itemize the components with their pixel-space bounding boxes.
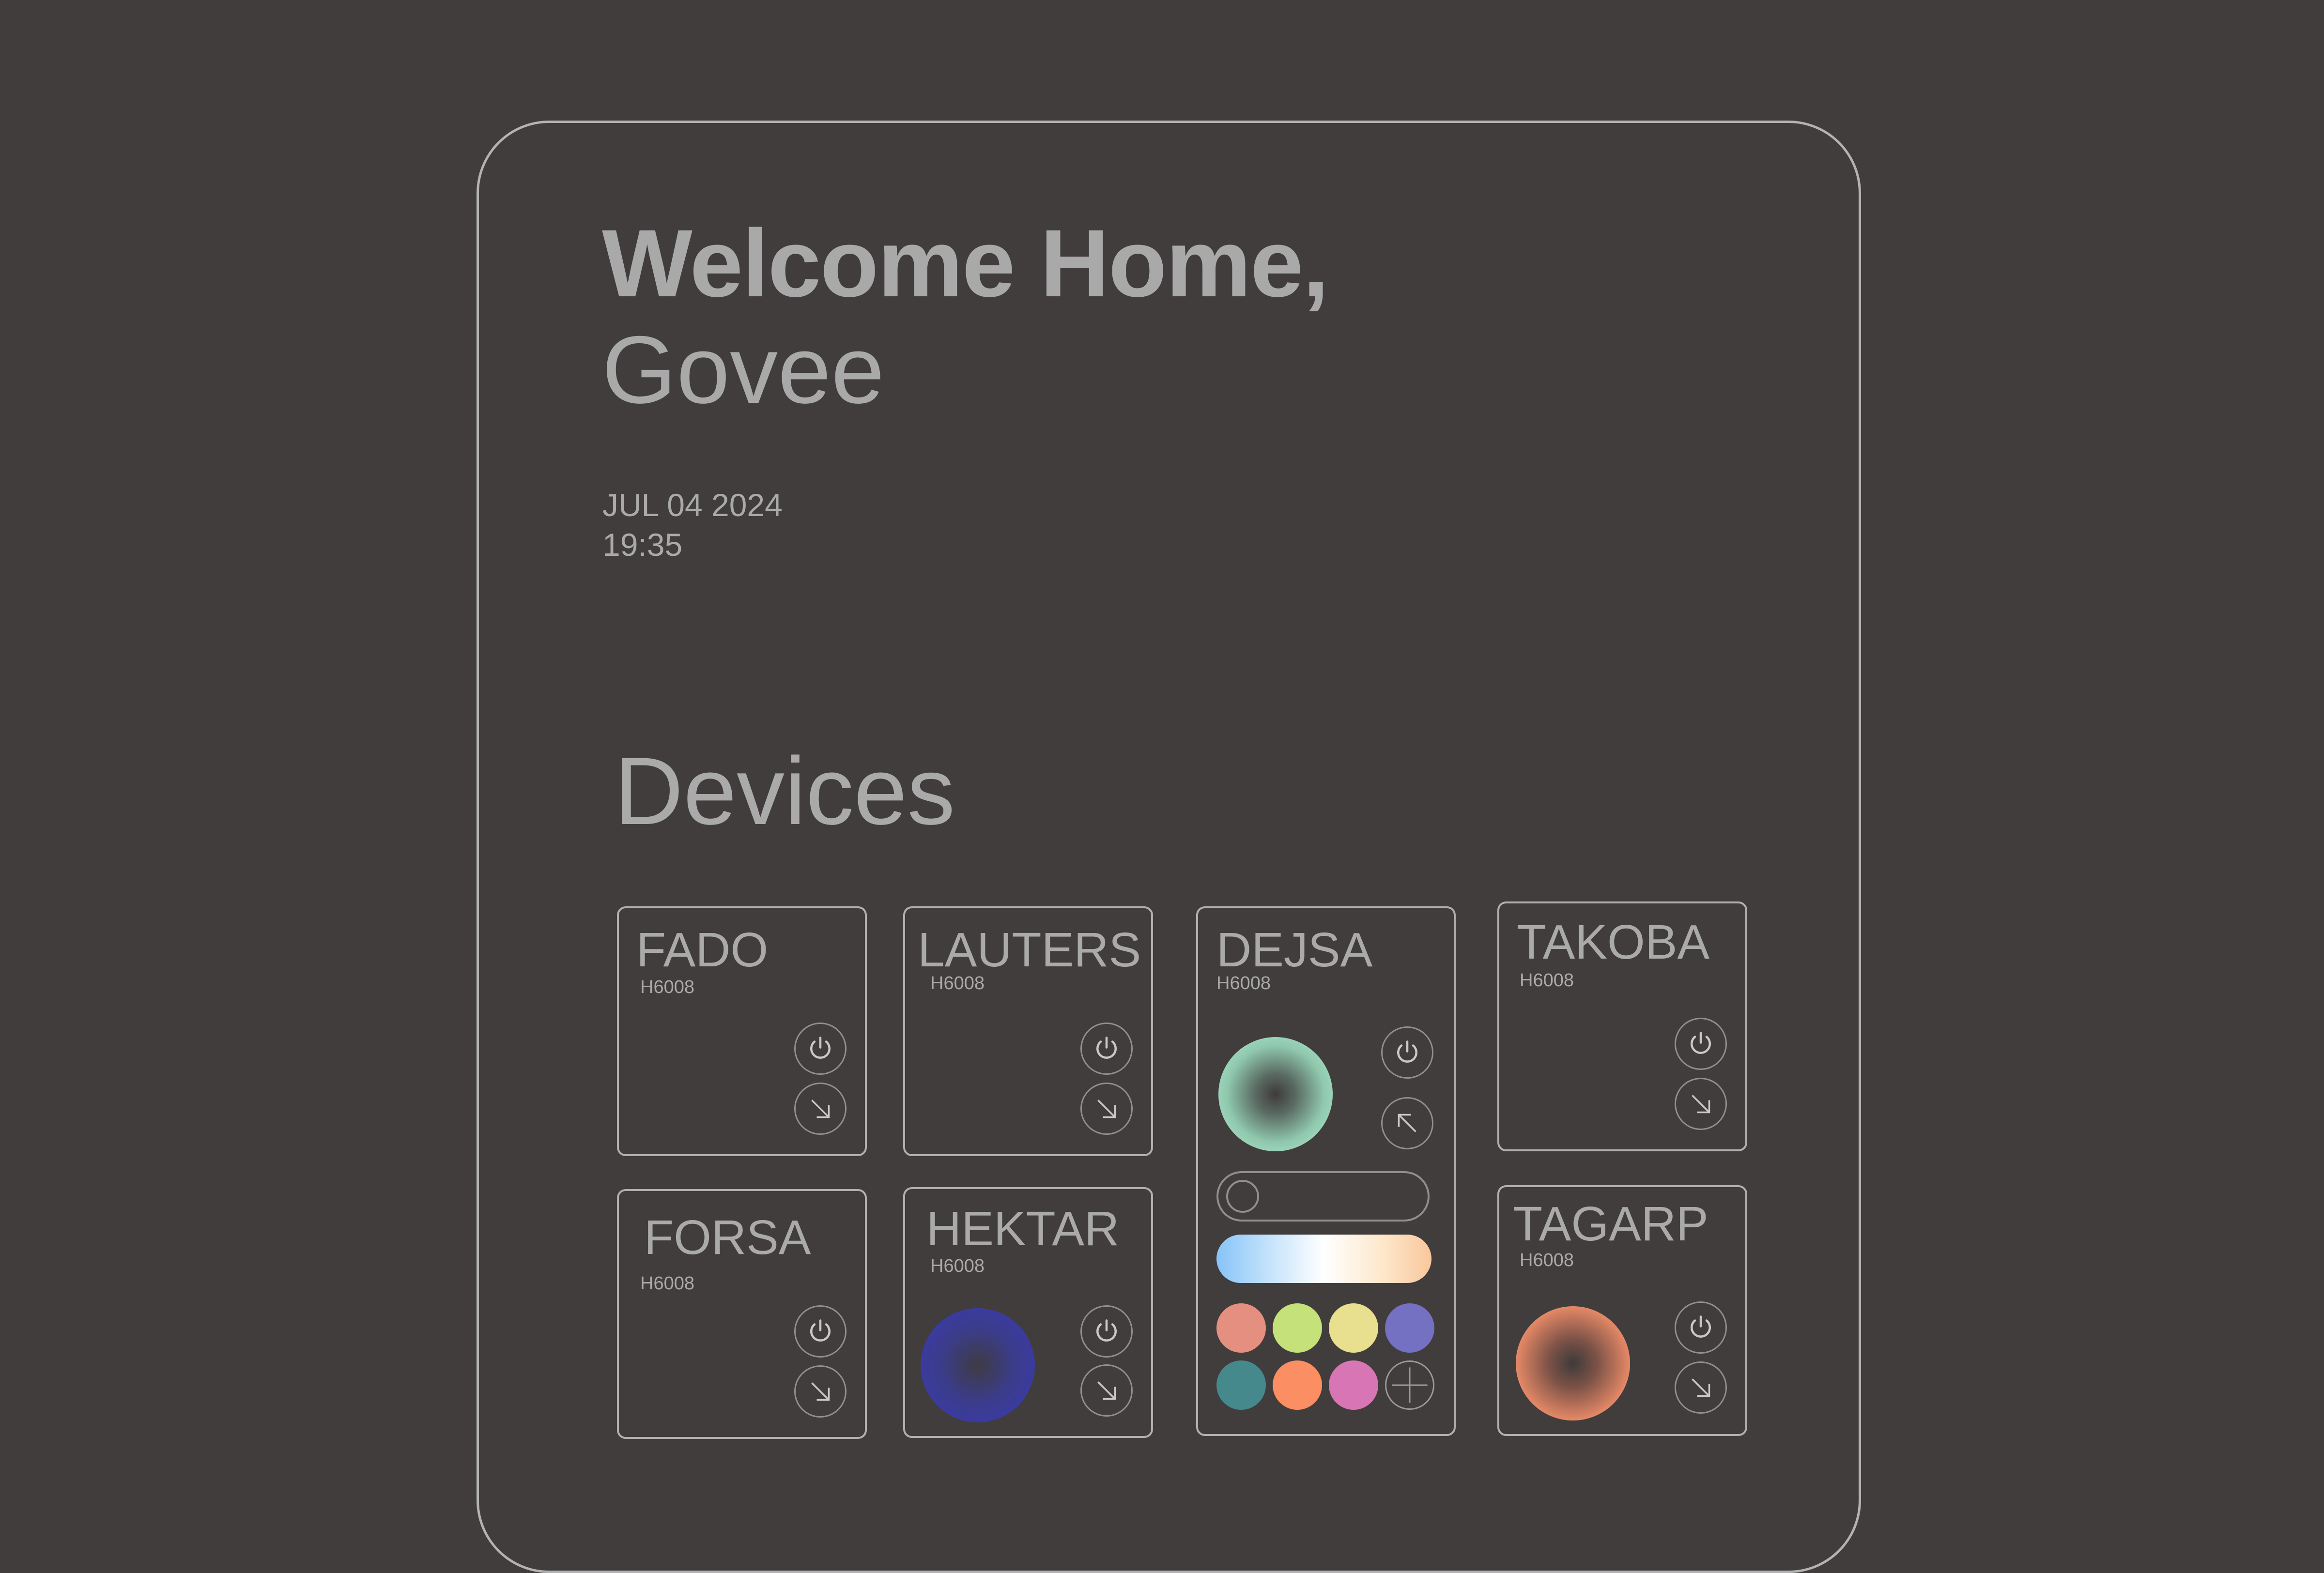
color-orb[interactable]: [1218, 1037, 1333, 1151]
power-button[interactable]: [1080, 1023, 1133, 1075]
color-swatch-salmon[interactable]: [1216, 1303, 1266, 1353]
power-icon: [1096, 1319, 1117, 1342]
power-button[interactable]: [1381, 1026, 1433, 1079]
add-color-button[interactable]: [1385, 1360, 1434, 1410]
toggle-knob: [1226, 1180, 1259, 1213]
device-name: DEJSA: [1216, 923, 1373, 977]
power-button[interactable]: [1080, 1305, 1133, 1358]
arrow-down-right-icon: [1692, 1095, 1710, 1114]
device-model: H6008: [1216, 973, 1271, 993]
expand-button[interactable]: [794, 1083, 846, 1135]
device-model: H6008: [640, 1273, 694, 1294]
device-model: H6008: [930, 973, 985, 993]
date-label: JUL 04 2024: [602, 487, 783, 523]
device-name: LAUTERS: [918, 923, 1141, 977]
power-icon: [1691, 1032, 1711, 1054]
arrow-down-right-icon: [811, 1100, 830, 1118]
power-button[interactable]: [1675, 1018, 1727, 1070]
arrow-down-right-icon: [1097, 1100, 1116, 1118]
expand-button[interactable]: [1080, 1364, 1133, 1417]
user-name: Govee: [602, 316, 885, 423]
device-card-forsa[interactable]: FORSA H6008: [617, 1189, 867, 1439]
color-swatch-yellow[interactable]: [1329, 1303, 1378, 1353]
power-icon: [810, 1037, 831, 1059]
device-model: H6008: [1520, 970, 1574, 991]
color-swatch-pink[interactable]: [1329, 1360, 1378, 1410]
power-icon: [1096, 1037, 1117, 1059]
device-model: H6008: [1520, 1250, 1574, 1270]
color-temperature-slider[interactable]: [1216, 1235, 1431, 1283]
color-swatch-indigo[interactable]: [1385, 1303, 1434, 1353]
power-button[interactable]: [794, 1305, 846, 1358]
device-card-takoba[interactable]: TAKOBA H6008: [1497, 901, 1747, 1151]
device-card-hektar[interactable]: HEKTAR H6008: [903, 1187, 1153, 1438]
device-model: H6008: [930, 1256, 985, 1276]
time-label: 19:35: [602, 527, 683, 563]
device-card-lauters[interactable]: LAUTERS H6008: [903, 906, 1153, 1156]
device-card-tagarp[interactable]: TAGARP H6008: [1497, 1185, 1747, 1436]
light-toggle[interactable]: [1216, 1171, 1430, 1222]
arrow-up-left-icon: [1398, 1114, 1416, 1132]
power-button[interactable]: [1675, 1301, 1727, 1354]
device-name: TAGARP: [1513, 1197, 1708, 1251]
device-name: TAKOBA: [1517, 915, 1710, 969]
color-swatch-teal[interactable]: [1216, 1360, 1266, 1410]
device-name: FORSA: [644, 1210, 811, 1265]
devices-title: Devices: [614, 737, 955, 844]
collapse-button[interactable]: [1381, 1097, 1433, 1149]
expand-button[interactable]: [794, 1365, 846, 1418]
color-orb[interactable]: [921, 1308, 1035, 1422]
arrow-down-right-icon: [1692, 1378, 1710, 1397]
power-icon: [1691, 1315, 1711, 1338]
color-orb[interactable]: [1516, 1306, 1630, 1420]
expand-button[interactable]: [1675, 1078, 1727, 1130]
expand-button[interactable]: [1080, 1083, 1133, 1135]
device-card-fado[interactable]: FADO H6008: [617, 906, 867, 1156]
power-icon: [1397, 1040, 1417, 1063]
expand-button[interactable]: [1675, 1361, 1727, 1414]
plus-icon: [1392, 1367, 1428, 1403]
device-model: H6008: [640, 977, 694, 997]
color-swatch-lime[interactable]: [1273, 1303, 1322, 1353]
arrow-down-right-icon: [811, 1382, 830, 1401]
color-swatch-orange[interactable]: [1273, 1360, 1322, 1410]
device-name: FADO: [636, 923, 769, 977]
arrow-down-right-icon: [1097, 1381, 1116, 1400]
device-name: HEKTAR: [926, 1202, 1120, 1256]
welcome-heading: Welcome Home,: [602, 210, 1329, 317]
power-button[interactable]: [794, 1023, 846, 1075]
power-icon: [810, 1319, 831, 1342]
